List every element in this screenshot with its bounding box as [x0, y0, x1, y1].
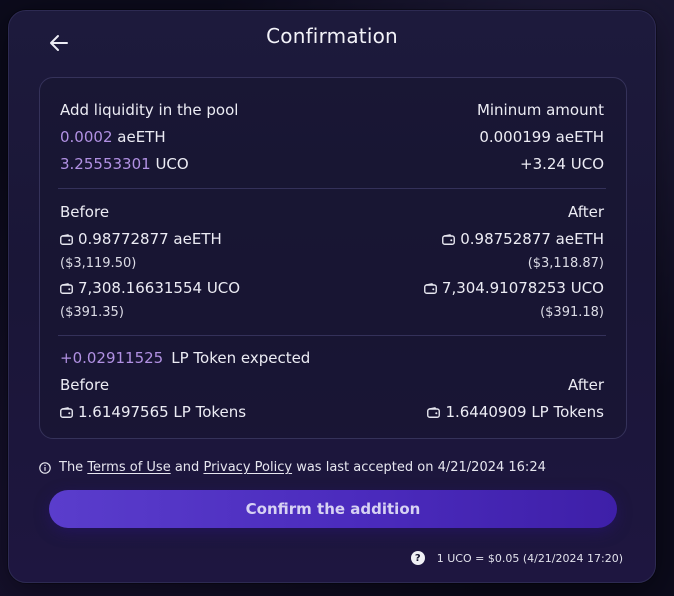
lp-after-label: After	[567, 376, 604, 394]
token1-balance-row: 0.98772877 aeETH 0.98752877 aeETH	[60, 229, 604, 249]
add-liquidity-label: Add liquidity in the pool	[60, 101, 239, 119]
help-icon[interactable]: ?	[410, 551, 425, 565]
token2-balance-after: 7,304.91078253 UCO	[441, 279, 604, 297]
divider	[58, 335, 606, 336]
token1-minimum: 0.000199 aeETH	[479, 128, 604, 146]
token2-usd-after: ($391.18)	[540, 305, 604, 320]
wallet-icon	[427, 407, 441, 418]
divider	[58, 188, 606, 189]
token2-balance-before: 7,308.16631554 UCO	[78, 279, 241, 297]
wallet-icon	[60, 407, 73, 418]
token2-balance-row: 7,308.16631554 UCO 7,304.91078253 UCO	[60, 278, 604, 298]
lp-balance-row: 1.61497565 LP Tokens 1.6440909 LP Tokens	[60, 402, 604, 422]
summary-header: Add liquidity in the pool Mininum amount	[60, 100, 604, 120]
token1-usd-before: ($3,119.50)	[60, 256, 137, 271]
lp-balance-before: 1.61497565 LP Tokens	[78, 403, 247, 421]
confirmation-dialog: Confirmation Add liquidity in the pool M…	[8, 10, 656, 583]
confirm-addition-button[interactable]: Confirm the addition	[49, 490, 617, 528]
token1-symbol: aeETH	[117, 128, 166, 146]
token2-amount: 3.25553301	[60, 155, 151, 173]
token1-amount: 0.0002	[60, 128, 113, 146]
exchange-rate-text: 1 UCO = $0.05 (4/21/2024 17:20)	[436, 551, 623, 565]
exchange-rate: ? 1 UCO = $0.05 (4/21/2024 17:20)	[410, 551, 623, 565]
after-label: After	[567, 203, 604, 221]
token1-balance-after: 0.98752877 aeETH	[460, 230, 604, 248]
lp-header: Before After	[60, 375, 604, 395]
terms-of-use-link[interactable]: Terms of Use	[87, 460, 170, 475]
terms-notice: The Terms of Use and Privacy Policy was …	[39, 460, 546, 475]
token2-usd-row: ($391.35) ($391.18)	[60, 303, 604, 323]
token2-row: 3.25553301 UCO +3.24 UCO	[60, 154, 604, 174]
lp-balance-after: 1.6440909 LP Tokens	[445, 403, 604, 421]
before-label: Before	[60, 203, 110, 221]
info-icon	[39, 461, 51, 474]
wallet-icon	[60, 283, 73, 294]
lp-before-label: Before	[60, 376, 110, 394]
wallet-icon	[60, 234, 73, 245]
lp-expected-amount: +0.02911525	[60, 349, 164, 367]
wallet-icon	[423, 283, 437, 294]
token2-minimum: +3.24 UCO	[520, 155, 604, 173]
page-title: Confirmation	[266, 24, 398, 48]
summary-card: Add liquidity in the pool Mininum amount…	[39, 77, 627, 439]
lp-expected-label: LP Token expected	[171, 349, 311, 367]
privacy-policy-link[interactable]: Privacy Policy	[203, 460, 292, 475]
token2-symbol: UCO	[155, 155, 189, 173]
token1-row: 0.0002 aeETH 0.000199 aeETH	[60, 127, 604, 147]
lp-expected-row: +0.02911525 LP Token expected	[60, 348, 604, 368]
token1-balance-before: 0.98772877 aeETH	[78, 230, 222, 248]
balances-header: Before After	[60, 202, 604, 222]
token1-usd-after: ($3,118.87)	[527, 256, 604, 271]
token1-usd-row: ($3,119.50) ($3,118.87)	[60, 254, 604, 274]
minimum-amount-label: Mininum amount	[476, 101, 604, 119]
wallet-icon	[442, 234, 456, 245]
token2-usd-before: ($391.35)	[60, 305, 124, 320]
